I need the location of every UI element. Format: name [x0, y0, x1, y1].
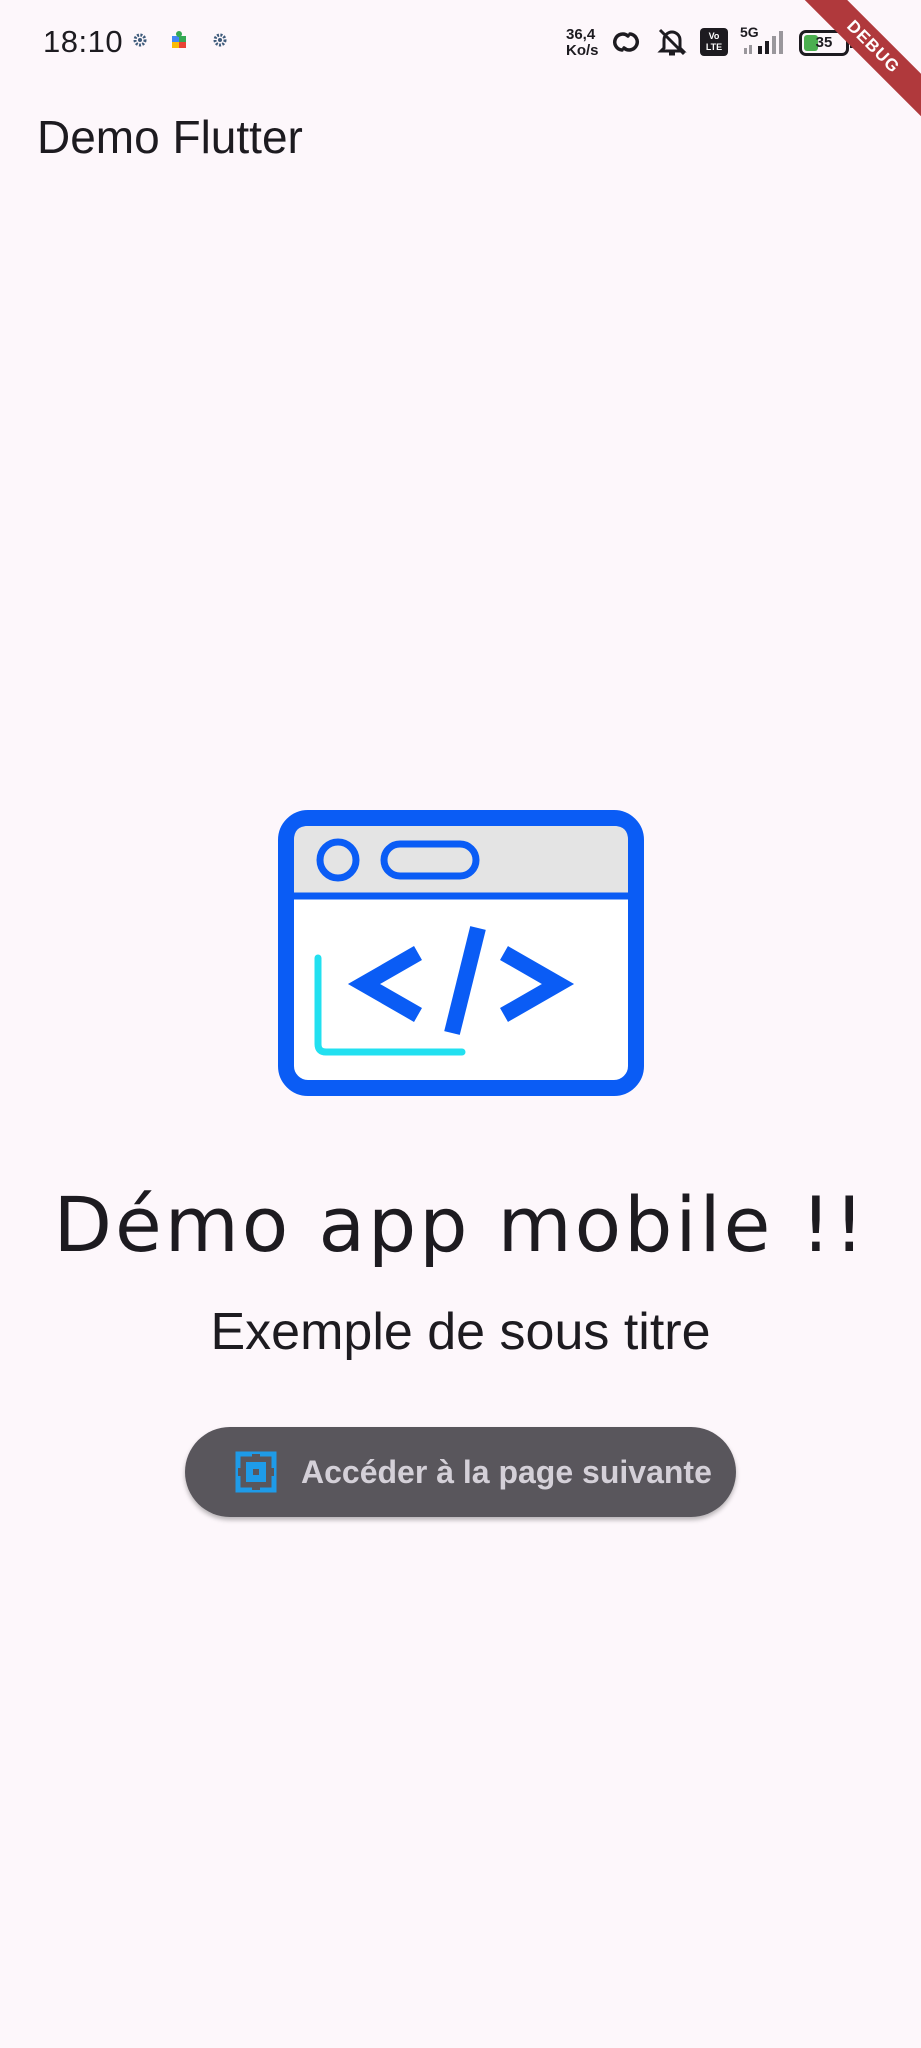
subtitle: Exemple de sous titre — [210, 1303, 711, 1361]
status-left-icons — [132, 30, 228, 50]
network-speed: 36,4 Ko/s — [566, 27, 599, 59]
settings-gear-icon — [132, 32, 148, 48]
volte-label-bottom: LTE — [705, 42, 723, 52]
battery-tip — [850, 38, 854, 48]
puzzle-frame-icon — [235, 1451, 277, 1493]
settings-gear-icon — [212, 32, 228, 48]
code-browser-window-icon — [276, 808, 646, 1103]
next-page-button[interactable]: Accéder à la page suivante — [185, 1427, 736, 1517]
next-page-button-label: Accéder à la page suivante — [301, 1453, 712, 1490]
main-title: Démo app mobile !! — [53, 1180, 868, 1269]
puzzle-app-icon — [170, 30, 190, 50]
network-speed-unit: Ko/s — [566, 42, 599, 59]
bell-muted-icon — [654, 26, 690, 58]
app-bar-title: Demo Flutter — [37, 111, 303, 163]
hotspot-link-icon — [608, 26, 644, 58]
status-right-icons: Vo LTE 5G — [608, 24, 796, 58]
network-speed-value: 36,4 — [566, 26, 596, 43]
battery-level: 35 — [815, 34, 833, 51]
volte-label-top: Vo — [708, 31, 720, 41]
volte-icon: Vo LTE — [700, 28, 728, 56]
status-bar: 18:10 36,4 Ko/s Vo LTE 5G 35 — [0, 0, 921, 90]
battery-icon: 35 — [799, 30, 849, 56]
status-time: 18:10 — [43, 24, 124, 59]
signal-icon: 5G — [738, 24, 796, 58]
